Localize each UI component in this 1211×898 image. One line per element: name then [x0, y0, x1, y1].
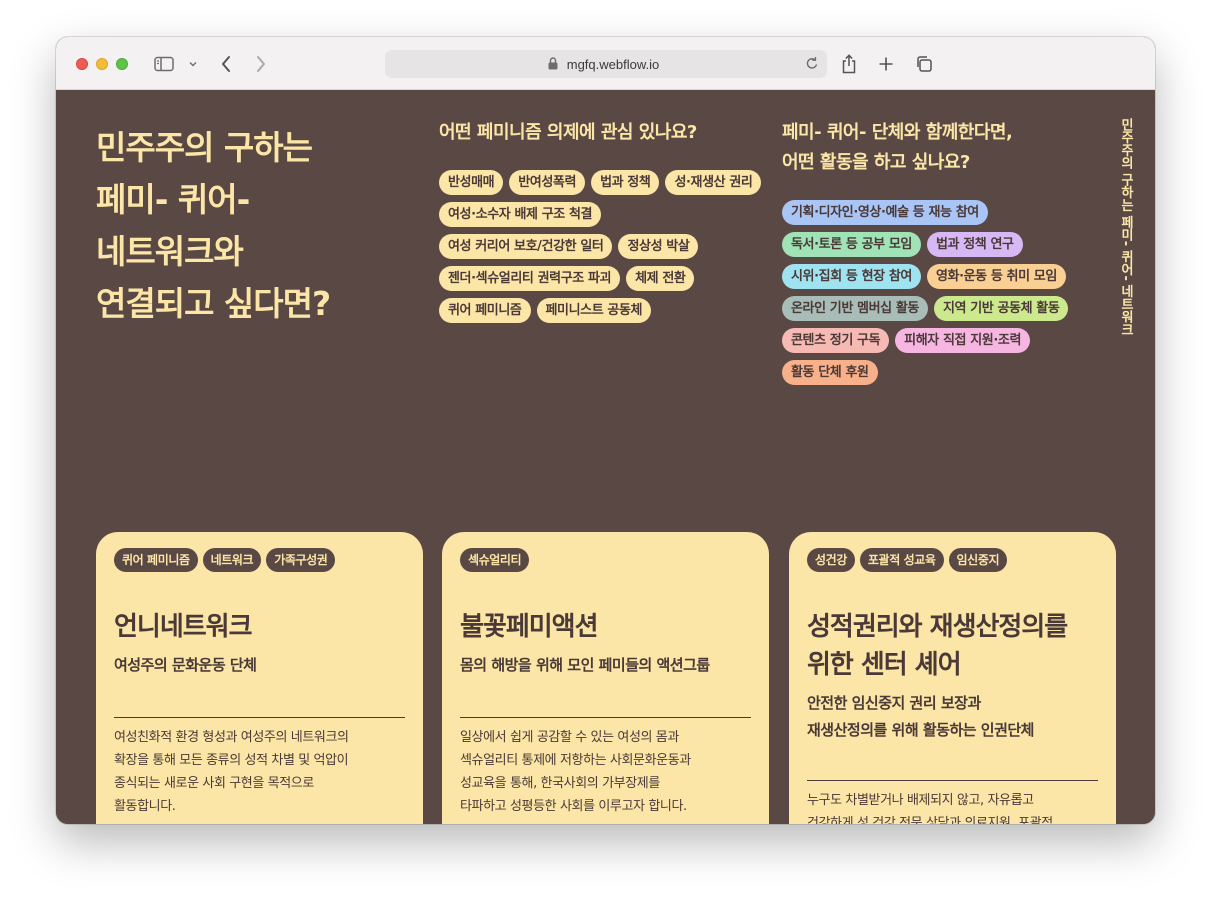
minimize-window-button[interactable]	[96, 58, 108, 70]
card-divider	[114, 717, 405, 718]
card-tag[interactable]: 가족구성권	[266, 548, 336, 572]
hero-title-line: 민주주의 구하는	[96, 128, 313, 167]
agenda-tag[interactable]: 반여성폭력	[509, 170, 586, 195]
sidebar-toggle-icon[interactable]	[153, 53, 175, 75]
card-description-line: 일상에서 쉽게 공감할 수 있는 여성의 몸과	[460, 730, 679, 745]
agenda-tag[interactable]: 젠더·섹슈얼리티 권력구조 파괴	[439, 266, 621, 291]
activity-tag[interactable]: 지역 기반 공동체 활동	[933, 296, 1069, 321]
card-description-line: 여성친화적 환경 형성과 여성주의 네트워크의	[114, 730, 349, 745]
activity-tag[interactable]: 영화·운동 등 취미 모임	[926, 264, 1066, 289]
card-tag-list: 섹슈얼리티	[460, 548, 751, 572]
agenda-tag[interactable]: 법과 정책	[591, 170, 660, 195]
browser-toolbar: mgfq.webflow.io	[56, 37, 1155, 90]
card-tag-list: 성건강 포괄적 성교육 임신중지	[807, 548, 1098, 572]
activity-tag[interactable]: 독서·토론 등 공부 모임	[782, 232, 921, 257]
lock-icon	[548, 57, 558, 73]
forward-arrow-icon[interactable]	[252, 53, 270, 75]
card-org-name: 언니네트워크	[114, 608, 405, 646]
card-org-name-line: 언니네트워크	[114, 612, 253, 642]
card-org-summary: 몸의 해방을 위해 모인 페미들의 액션그룹	[460, 652, 751, 679]
card-summary-line: 재생산정의를 위해 활동하는 인권단체	[807, 721, 1034, 739]
agenda-tag[interactable]: 퀴어 페미니즘	[439, 298, 531, 323]
hero-title: 민주주의 구하는 페미- 퀴어- 네트워크와 연결되고 싶다면?	[96, 122, 416, 330]
activity-tag[interactable]: 기획·디자인·영상·예술 등 재능 참여	[782, 200, 988, 225]
agenda-tag[interactable]: 페미니스트 공동체	[536, 298, 652, 323]
agenda-tag[interactable]: 여성·소수자 배제 구조 척결	[439, 202, 602, 227]
card-description-line: 확장을 통해 모든 종류의 성적 차별 및 억압이	[114, 753, 349, 768]
card-summary-line: 안전한 임신중지 권리 보장과	[807, 694, 981, 712]
side-vertical-text: 민주주의 구하는 페미- 퀴어- 네트워크	[1118, 118, 1133, 336]
card-tag[interactable]: 임신중지	[948, 548, 1008, 572]
org-card[interactable]: 퀴어 페미니즘 네트워크 가족구성권 언니네트워크 여성주의 문화운동 단체 여…	[96, 532, 423, 824]
hero-title-line: 네트워크와	[96, 232, 244, 271]
card-description: 여성친화적 환경 형성과 여성주의 네트워크의 확장을 통해 모든 종류의 성적…	[114, 726, 405, 818]
activity-title-line: 페미- 퀴어- 단체와 함께한다면,	[782, 122, 1013, 143]
card-summary-line: 여성주의 문화운동 단체	[114, 656, 257, 674]
back-arrow-icon[interactable]	[217, 53, 235, 75]
card-tag[interactable]: 퀴어 페미니즘	[114, 548, 198, 572]
card-tag[interactable]: 섹슈얼리티	[460, 548, 530, 572]
card-org-name: 불꽃페미액션	[460, 608, 751, 646]
activity-title-line: 어떤 활동을 하고 싶나요?	[782, 152, 970, 173]
activity-tag-list: 기획·디자인·영상·예술 등 재능 참여독서·토론 등 공부 모임 법과 정책 연…	[782, 200, 1082, 385]
card-description-line: 성교육을 통해, 한국사회의 가부장제를	[460, 776, 660, 791]
org-card[interactable]: 섹슈얼리티 불꽃페미액션 몸의 해방을 위해 모인 페미들의 액션그룹 일상에서…	[442, 532, 769, 824]
agenda-tag[interactable]: 정상성 박살	[618, 234, 699, 259]
card-tag[interactable]: 성건강	[807, 548, 855, 572]
url-text: mgfq.webflow.io	[566, 56, 660, 72]
hero-title-line: 페미- 퀴어-	[96, 180, 250, 219]
hero-title-line: 연결되고 싶다면?	[96, 284, 331, 323]
close-window-button[interactable]	[76, 58, 88, 70]
card-org-summary: 여성주의 문화운동 단체	[114, 652, 405, 679]
address-bar[interactable]: mgfq.webflow.io	[385, 50, 827, 78]
activity-title: 페미- 퀴어- 단체와 함께한다면, 어떤 활동을 하고 싶나요?	[782, 118, 1013, 178]
activity-tag[interactable]: 온라인 기반 멤버십 활동	[782, 296, 928, 321]
new-tab-icon[interactable]	[876, 53, 896, 75]
card-org-name: 성적권리와 재생산정의를 위한 센터 셰어	[807, 608, 1098, 684]
zoom-window-button[interactable]	[116, 58, 128, 70]
tab-overview-icon[interactable]	[913, 53, 935, 75]
card-org-summary: 안전한 임신중지 권리 보장과 재생산정의를 위해 활동하는 인권단체	[807, 690, 1098, 744]
card-divider	[460, 717, 751, 718]
card-org-name-line: 불꽃페미액션	[460, 612, 599, 642]
activity-tag[interactable]: 법과 정책 연구	[926, 232, 1023, 257]
card-tag[interactable]: 네트워크	[202, 548, 262, 572]
agenda-tag[interactable]: 성·재생산 권리	[665, 170, 762, 195]
activity-tag[interactable]: 시위·집회 등 현장 참여	[782, 264, 921, 289]
activity-tag[interactable]: 콘텐츠 정기 구독	[782, 328, 890, 353]
share-icon[interactable]	[839, 53, 859, 75]
card-description-line: 누구도 차별받거나 배제되지 않고, 자유롭고	[807, 793, 1034, 808]
card-org-name-line: 성적권리와 재생산정의를	[807, 612, 1068, 642]
agenda-tag-list: 반성매매 반여성폭력 법과 정책 성·재생산 권리여성·소수자 배제 구조 척결여성 …	[439, 170, 769, 323]
activity-tag[interactable]: 활동 단체 후원	[782, 360, 878, 385]
org-card[interactable]: 성건강 포괄적 성교육 임신중지 성적권리와 재생산정의를 위한 센터 셰어 안…	[789, 532, 1116, 824]
chevron-down-icon[interactable]	[186, 53, 200, 75]
card-description-line: 타파하고 성평등한 사회를 이루고자 합니다.	[460, 799, 687, 814]
agenda-tag[interactable]: 반성매매	[439, 170, 504, 195]
card-description: 누구도 차별받거나 배제되지 않고, 자유롭고 건강하게 성 건강 전문 상담과…	[807, 789, 1098, 824]
card-tag[interactable]: 포괄적 성교육	[859, 548, 944, 572]
card-summary-line: 몸의 해방을 위해 모인 페미들의 액션그룹	[460, 656, 710, 674]
card-tag-list: 퀴어 페미니즘 네트워크 가족구성권	[114, 548, 405, 572]
card-org-name-line: 위한 센터 셰어	[807, 650, 962, 680]
reload-icon[interactable]	[805, 56, 819, 74]
activity-tag[interactable]: 피해자 직접 지원·조력	[895, 328, 1031, 353]
card-description-line: 건강하게 성 건강 전문 상담과 의료지원, 포괄적	[807, 816, 1053, 824]
card-description-line: 종식되는 새로운 사회 구현을 목적으로	[114, 776, 314, 791]
card-description: 일상에서 쉽게 공감할 수 있는 여성의 몸과 섹슈얼리티 통제에 저항하는 사…	[460, 726, 751, 818]
browser-window: mgfq.webflow.io 민주주의 구하는 페미- 퀴어- 네트워크와 연…	[56, 37, 1155, 824]
card-description-line: 활동합니다.	[114, 799, 176, 814]
agenda-title: 어떤 페미니즘 의제에 관심 있나요?	[439, 122, 697, 143]
card-description-line: 섹슈얼리티 통제에 저항하는 사회문화운동과	[460, 753, 691, 768]
web-page: 민주주의 구하는 페미- 퀴어- 네트워크와 연결되고 싶다면? 어떤 페미니즘…	[56, 90, 1155, 824]
agenda-tag[interactable]: 여성 커리어 보호/건강한 일터	[439, 234, 613, 259]
agenda-tag[interactable]: 체제 전환	[626, 266, 695, 291]
card-divider	[807, 780, 1098, 781]
